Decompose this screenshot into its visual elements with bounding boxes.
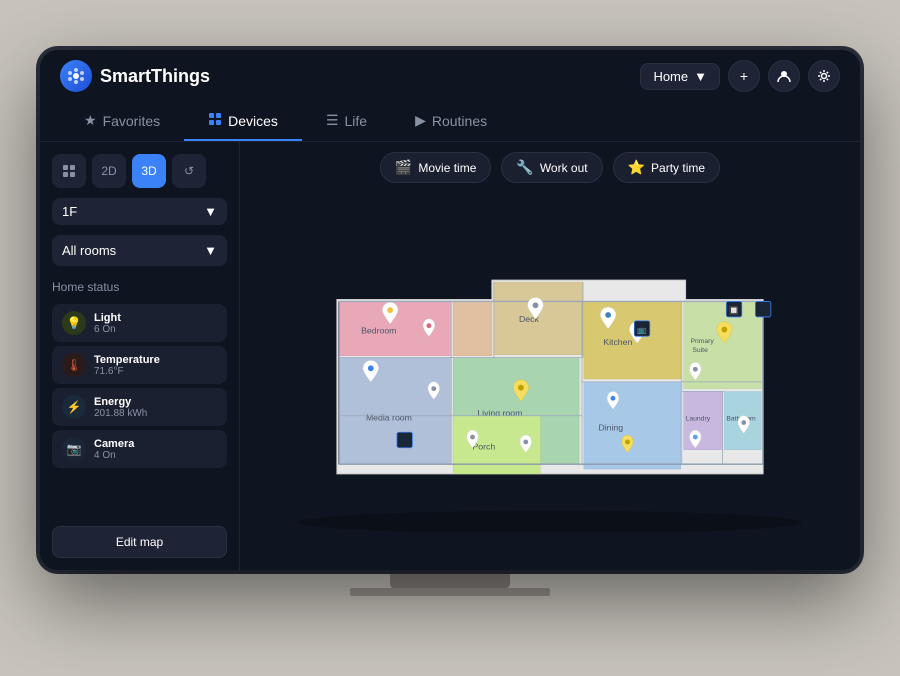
home-selector[interactable]: Home ▼ (640, 63, 720, 90)
status-items: 💡 Light 6 On 🌡 Temperature 71.6°F (52, 304, 227, 468)
tv-frame: SmartThings Home ▼ + (40, 50, 860, 570)
3d-view-button[interactable]: 3D (132, 154, 166, 188)
room-arrow-icon: ▼ (204, 243, 217, 258)
tab-routines[interactable]: ▶ Routines (391, 102, 511, 141)
status-light[interactable]: 💡 Light 6 On (52, 304, 227, 342)
floor-arrow-icon: ▼ (204, 204, 217, 219)
scene-party[interactable]: ⭐ Party time (613, 152, 720, 183)
grid-view-button[interactable] (52, 154, 86, 188)
energy-text: Energy 201.88 kWh (94, 396, 147, 419)
svg-text:Suite: Suite (692, 346, 708, 353)
room-value: All rooms (62, 243, 116, 258)
room-selector[interactable]: All rooms ▼ (52, 235, 227, 266)
app-header: SmartThings Home ▼ + (40, 50, 860, 102)
history-view-button[interactable]: ↺ (172, 154, 206, 188)
svg-text:🔲: 🔲 (729, 305, 739, 315)
add-button[interactable]: + (728, 60, 760, 92)
edit-map-button[interactable]: Edit map (52, 526, 227, 558)
app-logo-icon (60, 60, 92, 92)
main-content: 2D 3D ↺ 1F ▼ (40, 142, 860, 570)
tv-stand-base (350, 588, 550, 596)
header-controls: Home ▼ + (640, 60, 840, 92)
view-controls: 2D 3D ↺ (52, 154, 227, 188)
scene-movie[interactable]: 🎬 Movie time (380, 152, 491, 183)
tv-stand-area (350, 574, 550, 596)
movie-icon: 🎬 (395, 159, 412, 176)
svg-text:Bedroom: Bedroom (361, 325, 396, 335)
status-temperature[interactable]: 🌡 Temperature 71.6°F (52, 346, 227, 384)
home-dropdown-icon: ▼ (694, 69, 707, 84)
temperature-icon: 🌡 (62, 353, 86, 377)
status-energy[interactable]: ⚡ Energy 201.88 kWh (52, 388, 227, 426)
tab-favorites[interactable]: ★ Favorites (60, 102, 184, 141)
nav-tabs: ★ Favorites Devices ☰ (40, 102, 860, 142)
tab-devices[interactable]: Devices (184, 102, 302, 141)
scene-workout[interactable]: 🔧 Work out (501, 152, 602, 183)
light-icon: 💡 (62, 311, 86, 335)
scene-bar: 🎬 Movie time 🔧 Work out ⭐ Party time (256, 152, 844, 183)
routines-icon: ▶ (415, 112, 426, 129)
energy-icon: ⚡ (62, 395, 86, 419)
tab-life[interactable]: ☰ Life (302, 102, 391, 141)
svg-text:Primary: Primary (690, 338, 714, 345)
logo-area: SmartThings (60, 60, 628, 92)
svg-text:📺: 📺 (637, 325, 647, 334)
favorites-icon: ★ (84, 112, 97, 129)
map-area: 🎬 Movie time 🔧 Work out ⭐ Party time (240, 142, 860, 570)
svg-text:Kitchen: Kitchen (603, 337, 632, 347)
camera-text: Camera 4 On (94, 438, 134, 461)
home-status-title: Home status (52, 280, 227, 294)
smartthings-app: SmartThings Home ▼ + (40, 50, 860, 570)
svg-text:Dining: Dining (598, 422, 623, 432)
floor-selector[interactable]: 1F ▼ (52, 198, 227, 225)
floor-value: 1F (62, 204, 77, 219)
history-icon: ↺ (184, 164, 194, 178)
profile-button[interactable] (768, 60, 800, 92)
settings-button[interactable] (808, 60, 840, 92)
party-icon: ⭐ (628, 159, 645, 176)
2d-view-button[interactable]: 2D (92, 154, 126, 188)
devices-icon (208, 112, 222, 129)
app-name: SmartThings (100, 66, 210, 87)
life-icon: ☰ (326, 112, 339, 129)
svg-text:Laundry: Laundry (686, 415, 711, 422)
camera-icon: 📷 (62, 437, 86, 461)
svg-text:Media room: Media room (366, 412, 412, 422)
floor-plan: Media room Bedroom Living room Kitchen (256, 193, 844, 560)
workout-icon: 🔧 (516, 159, 533, 176)
home-label: Home (653, 69, 688, 84)
light-text: Light 6 On (94, 312, 121, 335)
sidebar: 2D 3D ↺ 1F ▼ (40, 142, 240, 570)
status-camera[interactable]: 📷 Camera 4 On (52, 430, 227, 468)
tv-stand (390, 574, 510, 588)
temperature-text: Temperature 71.6°F (94, 354, 160, 377)
